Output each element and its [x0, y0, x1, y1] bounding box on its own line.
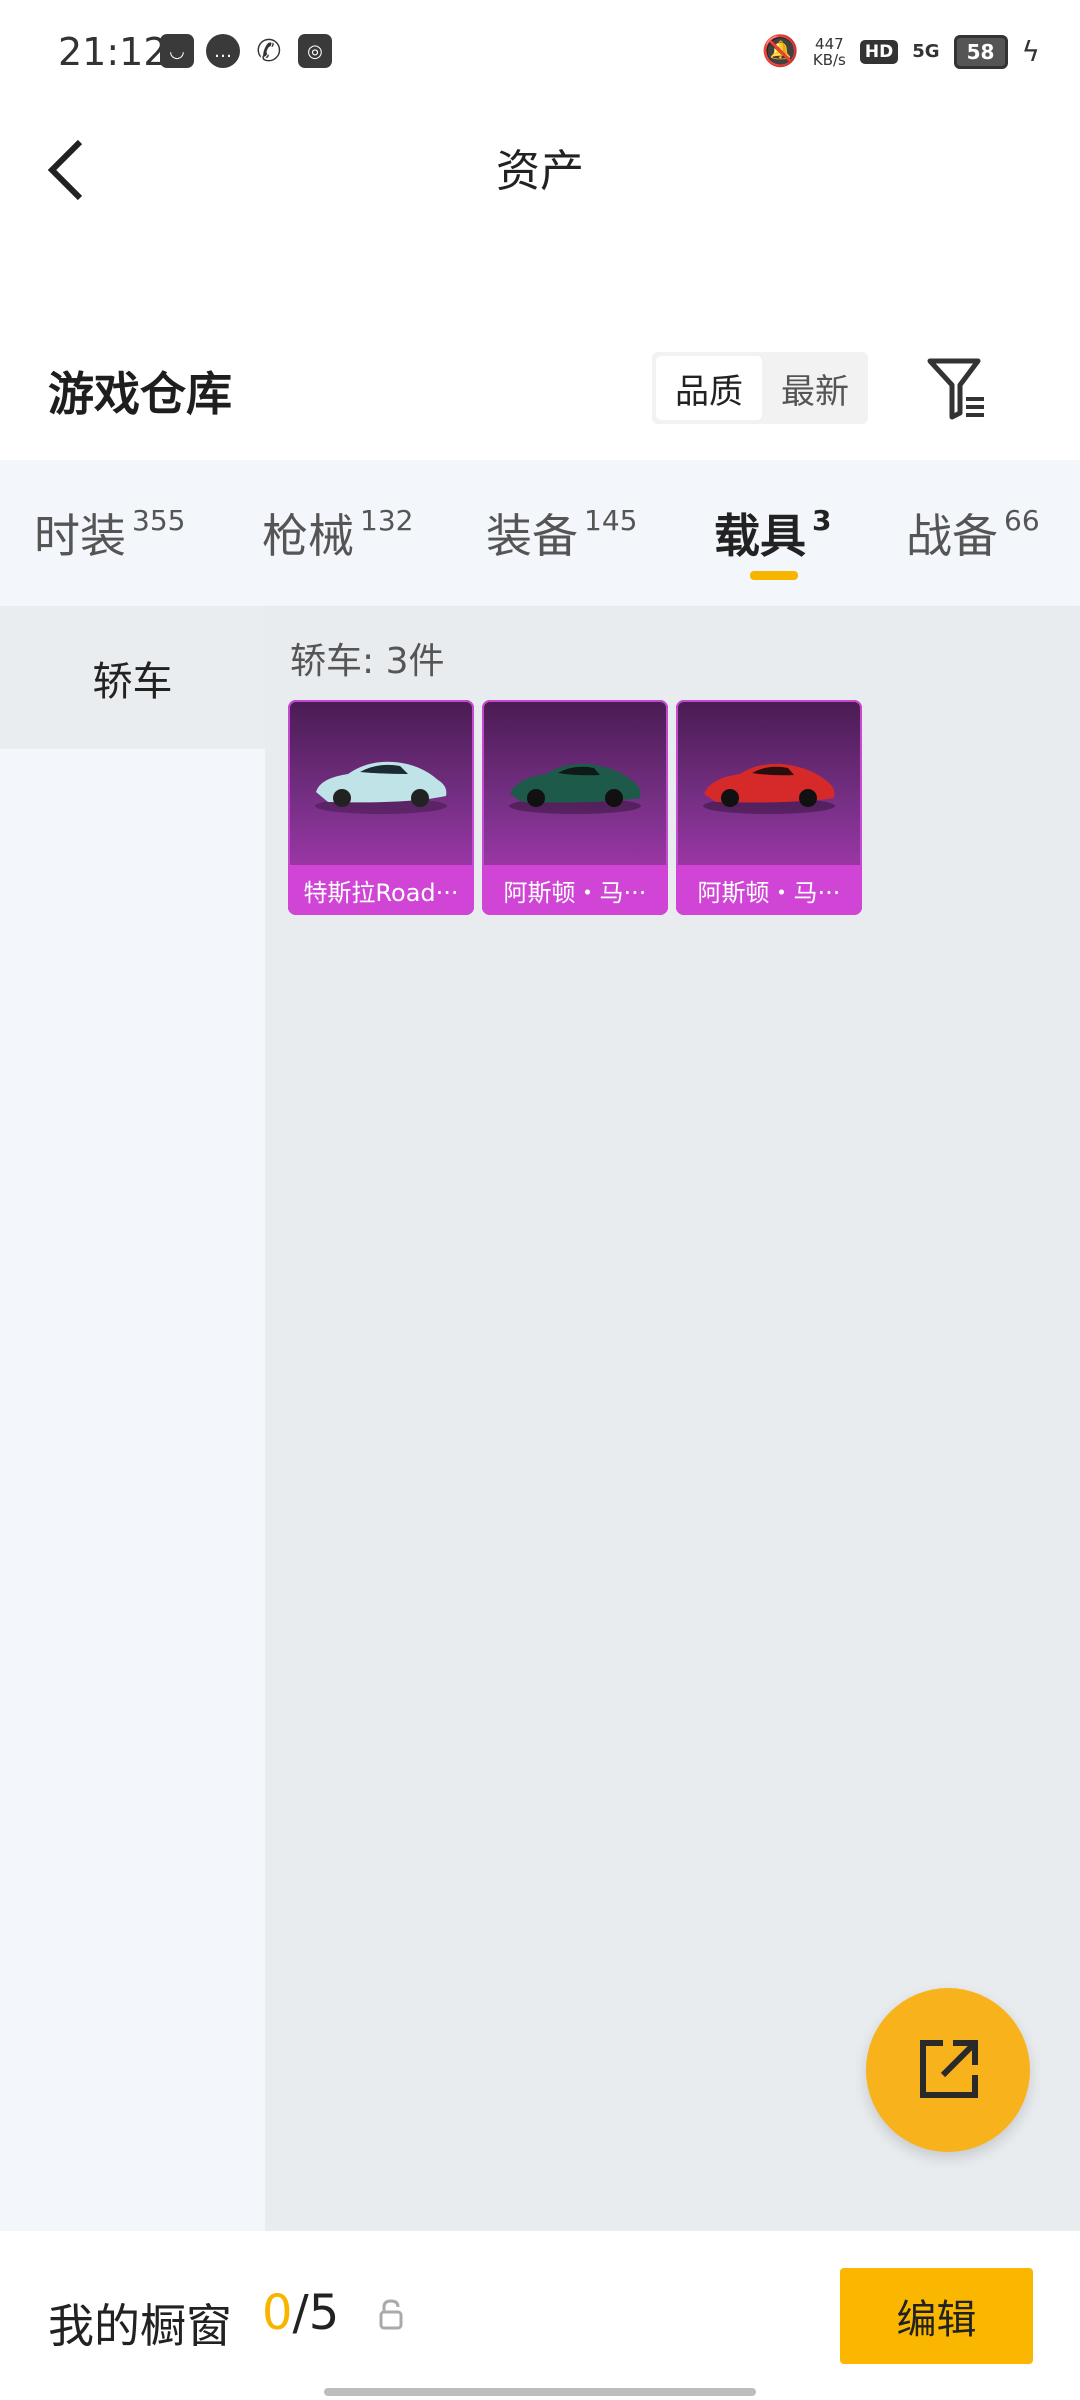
charging-icon: ϟ — [1021, 35, 1040, 68]
network-speed: 447 KB/s — [812, 34, 846, 69]
tab-equipment[interactable]: 装备 145 — [486, 500, 637, 566]
item-name: 阿斯顿・马··· — [676, 865, 862, 915]
edit-button[interactable]: 编辑 — [840, 2268, 1033, 2364]
sidebar-item-sedan[interactable]: 轿车 — [0, 606, 265, 749]
lock-icon — [378, 2298, 404, 2332]
sort-quality-button[interactable]: 品质 — [656, 356, 762, 420]
hd-icon: HD — [859, 39, 899, 64]
settings-icon: ◎ — [298, 34, 332, 68]
shopping-bag-icon: ◡ — [160, 34, 194, 68]
tab-vehicles[interactable]: 载具 3 — [714, 500, 831, 566]
notification-icons: ◡ … ✆ ◎ — [160, 33, 332, 69]
tab-fashion[interactable]: 时装 355 — [34, 500, 185, 566]
item-card[interactable]: 阿斯顿・马··· — [676, 700, 862, 915]
status-time: 21:12 — [58, 30, 168, 74]
car-image — [315, 761, 447, 814]
item-card[interactable]: 特斯拉Road··· — [288, 700, 474, 915]
sidebar — [0, 606, 265, 2231]
system-status: 🔕 447 KB/s HD 5G 58 ϟ — [762, 34, 1041, 69]
category-tabs: 时装 355 枪械 132 装备 145 载具 3 战备 66 — [0, 460, 1080, 606]
sort-latest-button[interactable]: 最新 — [762, 356, 868, 420]
tab-guns[interactable]: 枪械 132 — [262, 500, 413, 566]
item-card[interactable]: 阿斯顿・马··· — [482, 700, 668, 915]
battery-icon: 58 — [953, 34, 1008, 69]
item-name: 特斯拉Road··· — [288, 865, 474, 915]
item-count: 轿车: 3件 — [290, 641, 445, 682]
car-image — [703, 763, 835, 814]
sort-toggle: 品质 最新 — [652, 352, 868, 424]
active-tab-indicator — [750, 571, 798, 580]
page-title: 资产 — [496, 146, 584, 197]
filter-icon[interactable] — [922, 355, 992, 425]
item-name: 阿斯顿・马··· — [482, 865, 668, 915]
signal-5g-icon: 5G — [912, 41, 940, 62]
mute-icon: 🔕 — [761, 34, 799, 69]
warehouse-title: 游戏仓库 — [48, 367, 232, 421]
home-indicator[interactable] — [324, 2388, 756, 2396]
share-button[interactable] — [866, 1988, 1030, 2152]
showcase-count: 0/5 — [262, 2285, 340, 2341]
status-bar: 21:12 ◡ … ✆ ◎ 🔕 447 KB/s HD 5G 58 ϟ — [0, 0, 1080, 105]
missed-call-icon: ✆ — [256, 33, 282, 69]
share-icon — [920, 2040, 978, 2098]
tab-battle-gear[interactable]: 战备 66 — [906, 500, 1040, 566]
car-image — [509, 763, 641, 814]
chat-bubble-icon: … — [206, 34, 240, 68]
showcase-label: 我的橱窗 — [48, 2299, 232, 2353]
